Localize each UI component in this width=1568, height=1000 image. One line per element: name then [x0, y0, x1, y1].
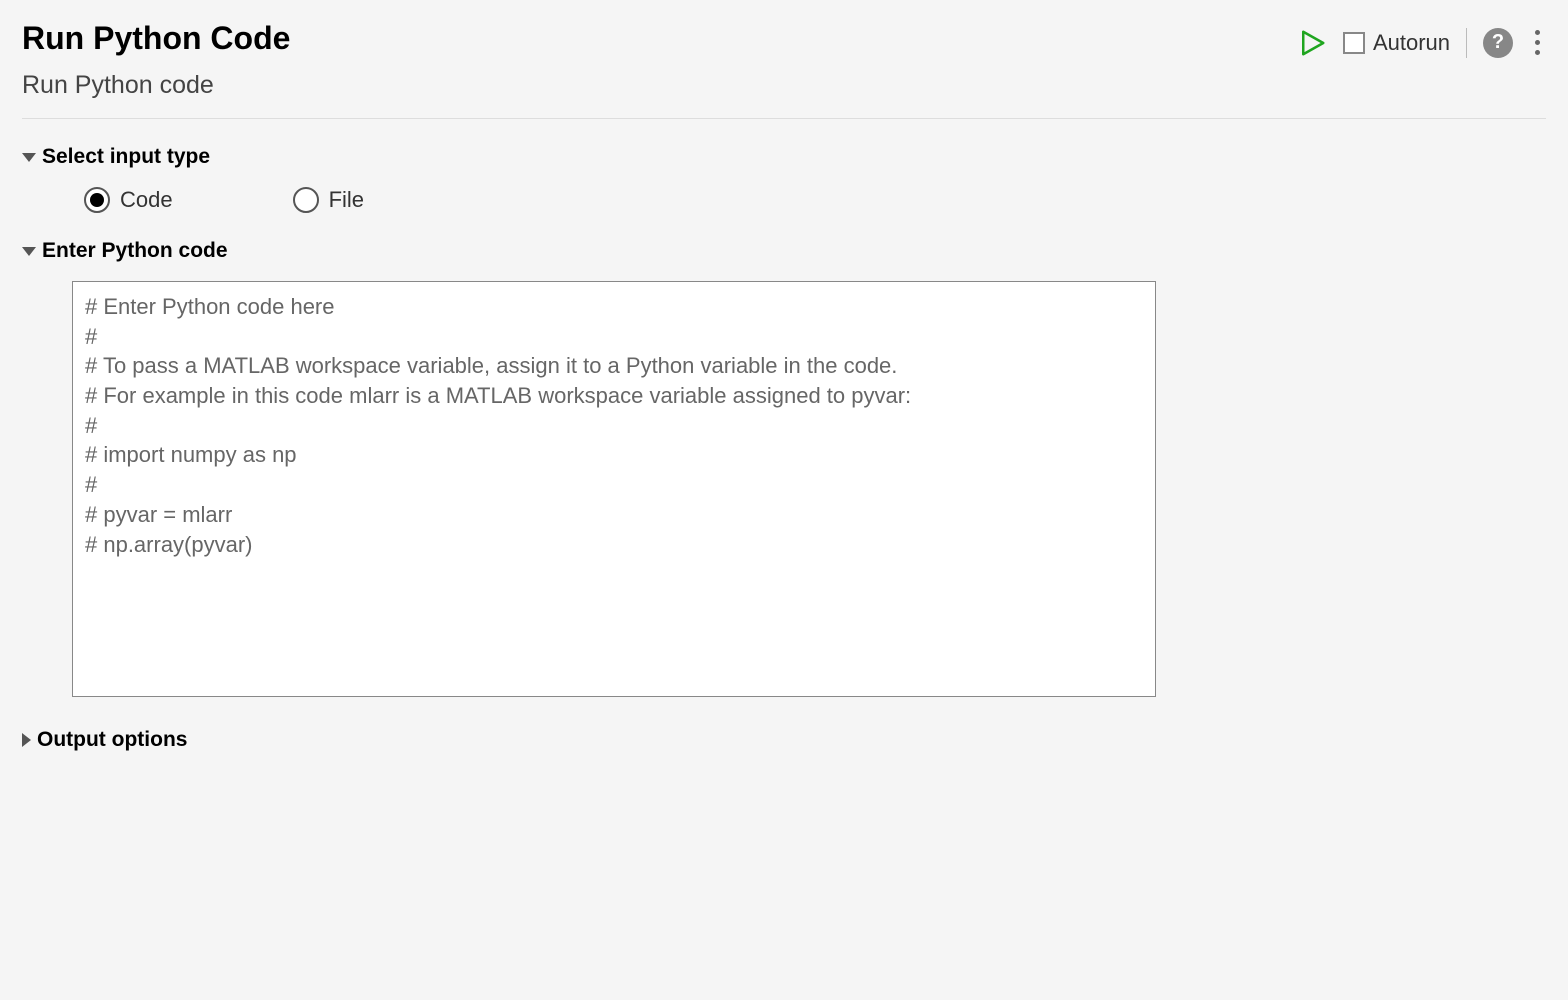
run-button[interactable] [1297, 28, 1327, 58]
autorun-checkbox[interactable] [1343, 32, 1365, 54]
header-left: Run Python Code Run Python code [22, 20, 290, 100]
section-header-output-options[interactable]: Output options [22, 728, 1546, 752]
radio-icon [84, 187, 110, 213]
section-select-input-type: Select input type Code File [22, 145, 1546, 213]
input-type-radio-group: Code File [22, 187, 1546, 213]
radio-label: File [329, 187, 364, 213]
section-header-enter-code[interactable]: Enter Python code [22, 239, 1546, 263]
toolbar-divider [1466, 28, 1467, 58]
radio-icon [293, 187, 319, 213]
more-options-button[interactable] [1529, 26, 1546, 59]
section-title: Select input type [42, 145, 210, 169]
radio-option-code[interactable]: Code [84, 187, 173, 213]
section-output-options: Output options [22, 728, 1546, 752]
section-title: Output options [37, 728, 187, 752]
header: Run Python Code Run Python code Autorun … [22, 20, 1546, 119]
dot-icon [1535, 30, 1540, 35]
radio-selected-dot [90, 193, 104, 207]
help-button[interactable]: ? [1483, 28, 1513, 58]
help-icon: ? [1492, 31, 1504, 54]
autorun-label: Autorun [1373, 30, 1450, 56]
section-enter-python-code: Enter Python code [22, 239, 1546, 702]
radio-label: Code [120, 187, 173, 213]
dot-icon [1535, 50, 1540, 55]
task-panel: Run Python Code Run Python code Autorun … [0, 0, 1568, 790]
page-title: Run Python Code [22, 20, 290, 57]
section-header-input-type[interactable]: Select input type [22, 145, 1546, 169]
radio-option-file[interactable]: File [293, 187, 364, 213]
page-subtitle: Run Python code [22, 71, 290, 100]
python-code-textarea[interactable] [72, 281, 1156, 697]
play-icon [1297, 28, 1327, 58]
section-title: Enter Python code [42, 239, 228, 263]
chevron-right-icon [22, 733, 31, 747]
chevron-down-icon [22, 153, 36, 162]
autorun-toggle[interactable]: Autorun [1343, 30, 1450, 56]
header-toolbar: Autorun ? [1297, 20, 1546, 59]
chevron-down-icon [22, 247, 36, 256]
dot-icon [1535, 40, 1540, 45]
